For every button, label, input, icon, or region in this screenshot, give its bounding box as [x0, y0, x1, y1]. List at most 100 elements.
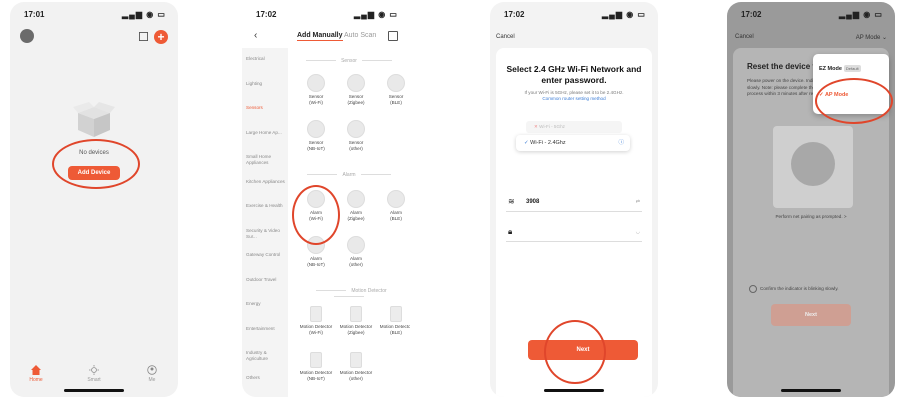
- cancel-link[interactable]: Cancel: [735, 34, 754, 40]
- device-tile[interactable]: Sensor (BLE): [376, 74, 410, 106]
- section-header: Motion Detector: [292, 288, 406, 300]
- device-tile[interactable]: Sensor (NB-IoT): [296, 120, 336, 152]
- next-button[interactable]: Next: [528, 340, 638, 360]
- category-item[interactable]: Entertainment: [246, 326, 286, 332]
- tab-add-manually[interactable]: Add Manually: [297, 32, 343, 41]
- device-protocol: (Wi-Fi): [309, 100, 323, 105]
- scan-icon[interactable]: [139, 32, 148, 41]
- device-tile[interactable]: Alarm (Wi-Fi): [296, 190, 336, 222]
- device-icon: [350, 306, 362, 322]
- device-icon: [307, 236, 325, 254]
- device-icon: [310, 306, 322, 322]
- device-disc: [791, 142, 835, 186]
- ssid-value: 3908: [526, 199, 540, 205]
- category-item[interactable]: Energy: [246, 301, 286, 307]
- device-icon: [390, 306, 402, 322]
- tab-label: Me: [148, 377, 156, 383]
- mode-selector[interactable]: AP Mode ⌄: [856, 34, 887, 41]
- reset-device-screen: 17:02 ▂▄▆ ◉ ▭ Cancel AP Mode ⌄ Reset the…: [727, 2, 895, 397]
- router-setting-link[interactable]: Common router setting method: [542, 96, 605, 101]
- device-tile[interactable]: Motion Detector (Zigbee): [336, 306, 376, 336]
- device-protocol: (NB-IoT): [307, 262, 325, 267]
- section-header: Alarm: [292, 172, 406, 178]
- device-icon: [350, 352, 362, 368]
- device-tile[interactable]: Sensor (Wi-Fi): [296, 74, 336, 106]
- signal-icon: ▂▄▆ ◉ ▭: [354, 10, 398, 19]
- next-button[interactable]: Next: [771, 304, 851, 326]
- menu-item-ap-mode[interactable]: ✓ AP Mode: [819, 84, 883, 106]
- category-item[interactable]: Sensors: [246, 105, 286, 111]
- status-bar: 17:02 ▂▄▆ ◉ ▭: [727, 8, 895, 22]
- category-item[interactable]: Exercise & Health: [246, 203, 286, 209]
- tab-label: Smart: [87, 377, 101, 383]
- status-bar: 17:01 ▂▄▆ ◉ ▭: [10, 8, 178, 22]
- device-protocol: (Wi-Fi): [309, 330, 323, 335]
- sun-icon: [89, 365, 99, 375]
- device-icon: [387, 190, 405, 208]
- category-item[interactable]: Lighting: [246, 81, 286, 87]
- ssid-field[interactable]: ≋ 3908 ⇄: [506, 193, 642, 212]
- pairing-hint-link[interactable]: Perform net pairing as prompted. >: [733, 214, 889, 219]
- swap-icon[interactable]: ⇄: [636, 193, 640, 211]
- device-tile[interactable]: Sensor (other): [336, 120, 376, 152]
- device-tile[interactable]: Alarm (other): [336, 236, 376, 268]
- category-item[interactable]: Industry & Agriculture: [246, 350, 286, 362]
- confirm-checkbox[interactable]: Confirm the indicator is blinking slowly…: [749, 285, 839, 293]
- device-icon: [347, 236, 365, 254]
- device-tile[interactable]: Alarm (BLE): [376, 190, 410, 222]
- wifi-5ghz-option: ✕ Wi-Fi - 5Ghz: [526, 121, 622, 133]
- scan-icon[interactable]: [388, 31, 398, 41]
- device-icon: [387, 74, 405, 92]
- radio-icon: [749, 285, 757, 293]
- tab-me[interactable]: Me: [132, 365, 172, 383]
- category-item[interactable]: Large Home Ap...: [246, 130, 286, 136]
- back-icon[interactable]: ‹: [254, 30, 257, 41]
- wifi-24ghz-label: Wi-Fi - 2.4Ghz: [530, 140, 566, 146]
- device-tile[interactable]: Motion Detector (Wi-Fi): [296, 306, 336, 336]
- wifi-setup-screen: 17:02 ▂▄▆ ◉ ▭ Cancel Select 2.4 GHz Wi-F…: [490, 2, 658, 397]
- subtitle: If your Wi-Fi is 5GHz, please set it to …: [508, 90, 640, 102]
- device-tile[interactable]: Sensor (Zigbee): [336, 74, 376, 106]
- tab-auto-scan[interactable]: Auto Scan: [344, 32, 376, 39]
- wifi-info-icon: ⓘ: [618, 140, 624, 146]
- mode-label: AP Mode: [855, 35, 881, 41]
- category-item[interactable]: Electrical: [246, 56, 286, 62]
- device-icon: [310, 352, 322, 368]
- device-protocol: (other): [349, 262, 363, 267]
- avatar[interactable]: [20, 29, 34, 43]
- device-protocol: (Zigbee): [347, 330, 365, 335]
- status-bar: 17:02 ▂▄▆ ◉ ▭: [490, 8, 658, 22]
- category-item[interactable]: Gateway Control: [246, 252, 286, 258]
- menu-item-ez-mode[interactable]: EZ Mode Default: [819, 58, 883, 80]
- device-protocol: (NB-IoT): [307, 376, 325, 381]
- device-tile[interactable]: Alarm (Zigbee): [336, 190, 376, 222]
- category-item[interactable]: Others: [246, 375, 286, 381]
- password-field[interactable]: 🔒︎ ◡: [506, 223, 642, 242]
- category-item[interactable]: Small Home Appliances: [246, 154, 286, 166]
- wifi-icon: ≋: [508, 197, 515, 206]
- device-tile[interactable]: Alarm (NB-IoT): [296, 236, 336, 268]
- section-header: Sensor: [292, 58, 406, 64]
- category-item[interactable]: Outdoor Travel: [246, 277, 286, 283]
- device-protocol: (BLE): [390, 216, 402, 221]
- home-icon: [31, 365, 41, 375]
- eye-icon[interactable]: ◡: [636, 223, 640, 241]
- home-indicator: [781, 389, 841, 392]
- device-tile[interactable]: Motion Detector (BLE): [376, 306, 410, 336]
- tab-smart[interactable]: Smart: [74, 365, 114, 383]
- add-device-screen: 17:02 ▂▄▆ ◉ ▭ ‹ Add Manually Auto Scan E…: [242, 2, 410, 397]
- device-icon: [347, 190, 365, 208]
- add-icon[interactable]: +: [154, 30, 168, 44]
- device-protocol: (NB-IoT): [307, 146, 325, 151]
- device-tile[interactable]: Motion Detector (NB-IoT): [296, 352, 336, 382]
- category-item[interactable]: Kitchen Appliances: [246, 179, 286, 185]
- add-device-button[interactable]: Add Device: [68, 166, 120, 180]
- device-icon: [307, 120, 325, 138]
- tab-home[interactable]: Home: [16, 365, 56, 383]
- category-item[interactable]: Security & Video Sur...: [246, 228, 286, 240]
- device-tile[interactable]: Motion Detector (other): [336, 352, 376, 382]
- page-title: Select 2.4 GHz Wi-Fi Network and enter p…: [506, 64, 642, 85]
- mode-dropdown: EZ Mode Default ✓ AP Mode: [813, 54, 889, 114]
- cancel-link[interactable]: Cancel: [496, 34, 515, 40]
- status-time: 17:02: [741, 10, 762, 19]
